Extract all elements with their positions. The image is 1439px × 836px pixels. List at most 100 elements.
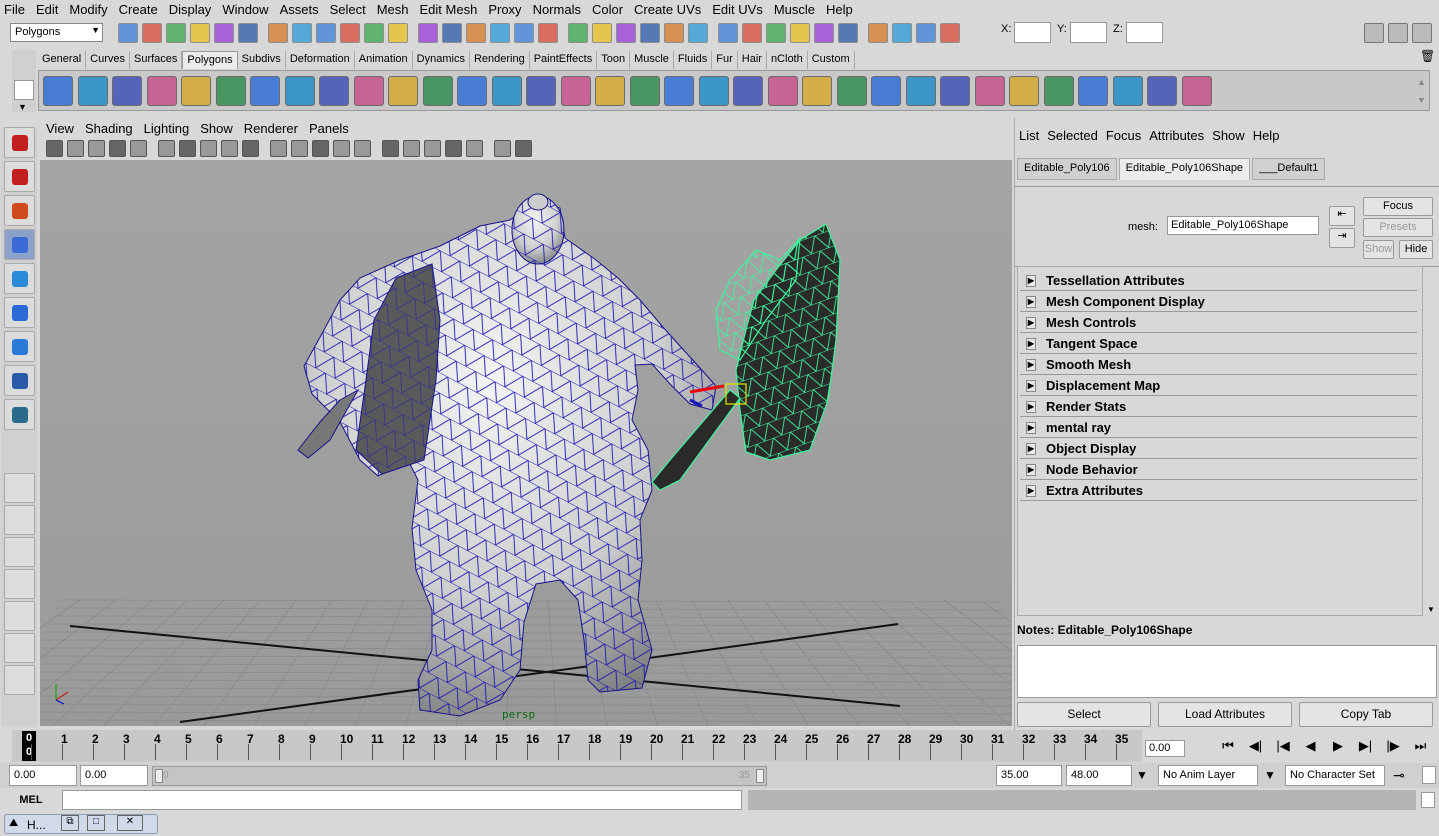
move-tool-icon[interactable]: [4, 229, 35, 260]
shelf-tool-icon[interactable]: [491, 76, 522, 106]
viewport-persp[interactable]: persp: [40, 160, 1012, 726]
shelf-tool-icon[interactable]: [319, 76, 349, 106]
menu-file[interactable]: File: [4, 2, 25, 17]
play-backwards-icon[interactable]: ◀: [1299, 738, 1323, 758]
ae-menu-attributes[interactable]: Attributes: [1149, 128, 1204, 143]
shelf-tool-icon[interactable]: [974, 76, 1005, 106]
menu-mesh[interactable]: Mesh: [377, 2, 409, 17]
status-tool-icon[interactable]: [538, 23, 558, 43]
ae-tab[interactable]: ___Default1: [1252, 158, 1326, 180]
select-tool-icon[interactable]: [4, 127, 35, 158]
range-handle-left[interactable]: [155, 769, 163, 783]
shelf-tool-icon[interactable]: [629, 76, 660, 106]
shelf-tool-icon[interactable]: [457, 76, 487, 106]
shelf-tool-icon[interactable]: [1147, 76, 1177, 106]
step-forward-key-icon[interactable]: ▶|: [1354, 738, 1378, 758]
layout-preset-icon[interactable]: [4, 537, 35, 567]
shelf-tool-icon[interactable]: [250, 76, 280, 106]
menu-edit[interactable]: Edit: [36, 2, 58, 17]
chevron-down-icon[interactable]: ▼: [1427, 605, 1435, 614]
section-smooth-mesh[interactable]: ▶ Smooth Mesh: [1020, 357, 1417, 375]
rotate-tool-icon[interactable]: [4, 263, 35, 294]
y-field[interactable]: [1070, 22, 1107, 43]
range-handle-right[interactable]: [756, 769, 764, 783]
ae-menu-selected[interactable]: Selected: [1047, 128, 1098, 143]
shelf-tool-icon[interactable]: [733, 76, 763, 106]
script-editor-icon[interactable]: [1421, 792, 1435, 808]
shelf-tool-icon[interactable]: [1043, 76, 1074, 106]
panel-tool-icon[interactable]: [445, 140, 462, 157]
menu-proxy[interactable]: Proxy: [488, 2, 521, 17]
panel-tool-icon[interactable]: [221, 140, 238, 157]
maximize-icon[interactable]: □: [87, 815, 105, 831]
load-attributes-button[interactable]: Load Attributes: [1158, 702, 1292, 727]
shelf-tool-icon[interactable]: [284, 76, 315, 106]
status-tool-icon[interactable]: [568, 23, 588, 43]
shelf-tool-icon[interactable]: [871, 76, 901, 106]
paint-select-icon[interactable]: [4, 195, 35, 226]
shelf-tab-general[interactable]: General: [38, 51, 87, 69]
soft-mod-icon[interactable]: [4, 365, 35, 396]
mesh-name-field[interactable]: Editable_Poly106Shape: [1167, 216, 1319, 235]
status-tool-icon[interactable]: [418, 23, 438, 43]
expand-arrow-icon[interactable]: ▶: [1026, 485, 1036, 497]
shelf-tab-custom[interactable]: Custom: [807, 51, 855, 69]
ae-tab[interactable]: Editable_Poly106: [1017, 158, 1117, 180]
menu-edit-uvs[interactable]: Edit UVs: [712, 2, 763, 17]
layout-preset-icon[interactable]: [4, 665, 35, 695]
panel-tool-icon[interactable]: [291, 140, 308, 157]
shelf-tool-icon[interactable]: [940, 76, 970, 106]
status-tool-icon[interactable]: [268, 23, 288, 43]
chevron-down-icon[interactable]: ▼: [1136, 768, 1148, 782]
expand-arrow-icon[interactable]: ▶: [1026, 275, 1036, 287]
go-to-end-icon[interactable]: ⏭: [1409, 738, 1433, 758]
shelf-tab-dynamics[interactable]: Dynamics: [412, 51, 470, 69]
panel-tool-icon[interactable]: [179, 140, 196, 157]
shelf-tool-icon[interactable]: [43, 76, 73, 106]
shelf-tool-icon[interactable]: [767, 76, 798, 106]
go-to-start-icon[interactable]: ⏮: [1216, 738, 1240, 758]
status-tool-icon[interactable]: [742, 23, 762, 43]
section-mental-ray[interactable]: ▶ mental ray: [1020, 420, 1417, 438]
time-slider[interactable]: 00 1 2 3 4 5 6 7 8 9 10 11 12 13 14 15 16 17 18 19 20 21 22 23…: [12, 730, 1142, 762]
expand-arrow-icon[interactable]: ▶: [1026, 401, 1036, 413]
status-tool-icon[interactable]: [118, 23, 138, 43]
shelf-tab-painteffects[interactable]: PaintEffects: [529, 51, 598, 69]
status-tool-icon[interactable]: [214, 23, 234, 43]
shelf-tab-toon[interactable]: Toon: [597, 51, 631, 69]
layout-preset-icon[interactable]: [4, 601, 35, 631]
key-icon[interactable]: ⊸: [1393, 767, 1405, 784]
shelf-tab-fluids[interactable]: Fluids: [673, 51, 713, 69]
play-forwards-icon[interactable]: ▶: [1326, 738, 1350, 758]
chevron-down-icon[interactable]: ▼: [18, 102, 27, 112]
status-tool-icon[interactable]: [616, 23, 636, 43]
shelf-tab-deformation[interactable]: Deformation: [285, 51, 355, 69]
status-tool-icon[interactable]: [166, 23, 186, 43]
status-tool-icon[interactable]: [916, 23, 936, 43]
menu-color[interactable]: Color: [592, 2, 623, 17]
section-displacement-map[interactable]: ▶ Displacement Map: [1020, 378, 1417, 396]
shelf-tool-icon[interactable]: [560, 76, 591, 106]
ae-menu-show[interactable]: Show: [1212, 128, 1245, 143]
panel-menu-lighting[interactable]: Lighting: [144, 121, 190, 136]
mel-label[interactable]: MEL: [2, 790, 60, 810]
chevron-down-icon[interactable]: ▼: [1417, 95, 1426, 105]
shelf-tool-icon[interactable]: [664, 76, 694, 106]
panel-tool-icon[interactable]: [466, 140, 483, 157]
trash-icon[interactable]: 🗑: [1420, 49, 1435, 65]
panel-tool-icon[interactable]: [494, 140, 511, 157]
anim-end-field[interactable]: 48.00: [1066, 765, 1132, 786]
layout-preset-icon[interactable]: [4, 569, 35, 599]
expand-arrow-icon[interactable]: ▶: [1026, 422, 1036, 434]
expand-arrow-icon[interactable]: ▶: [1026, 443, 1036, 455]
section-object-display[interactable]: ▶ Object Display: [1020, 441, 1417, 459]
anim-start-field[interactable]: 0.00: [9, 765, 77, 786]
status-tool-icon[interactable]: [640, 23, 660, 43]
menu-select[interactable]: Select: [330, 2, 366, 17]
shelf-tool-icon[interactable]: [353, 76, 384, 106]
x-field[interactable]: [1014, 22, 1051, 43]
shelf-tool-icon[interactable]: [836, 76, 867, 106]
select-button[interactable]: Select: [1017, 702, 1151, 727]
status-tool-icon[interactable]: [490, 23, 510, 43]
shelf-tab-hair[interactable]: Hair: [737, 51, 767, 69]
